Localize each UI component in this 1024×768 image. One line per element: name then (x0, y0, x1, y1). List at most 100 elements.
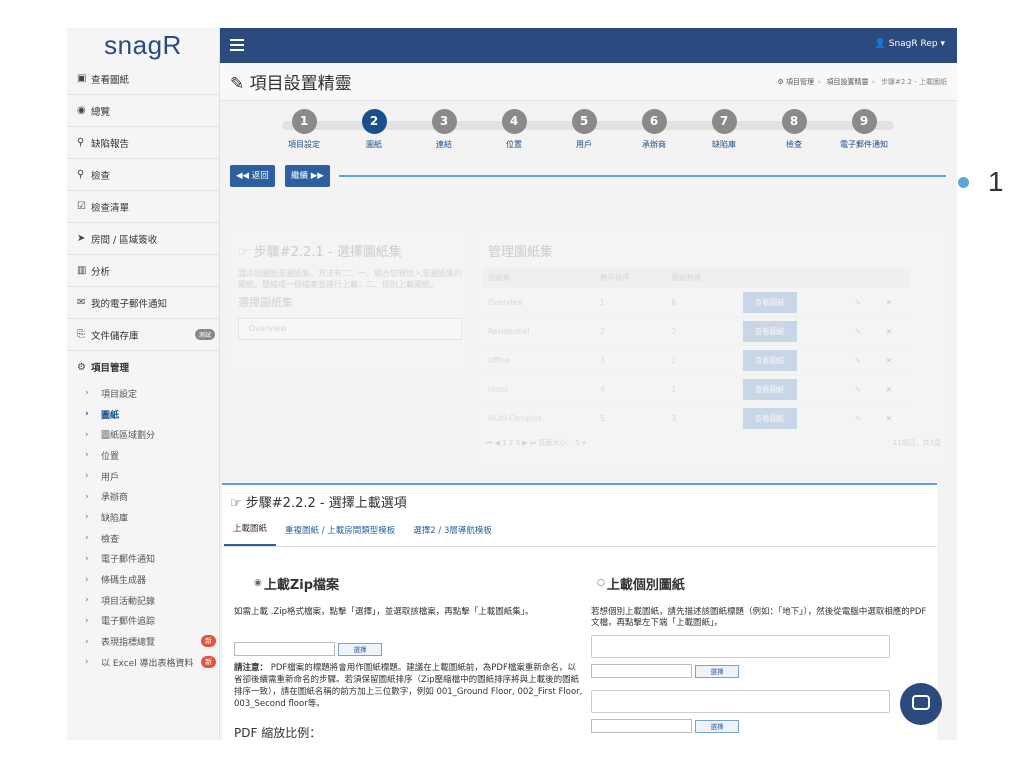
column-header[interactable]: 圖紙集 (482, 268, 594, 288)
chevron-right-icon: › (85, 471, 89, 482)
drawing-set-select[interactable]: Overview (238, 318, 462, 340)
chevron-right-icon: › (85, 450, 89, 461)
column-header[interactable]: 數字排序 (594, 268, 666, 288)
sidebar-section-project-admin[interactable]: ⚙ 項目管理 (67, 351, 219, 383)
sidebar-item[interactable]: ⚲ 檢查 (67, 159, 219, 191)
chat-launcher[interactable] (900, 683, 942, 725)
sidebar-subitem[interactable]: › 條碼生成器 (67, 569, 219, 590)
tab-navigation-template[interactable]: 選擇2 / 3層導航模板 (404, 524, 501, 546)
set-order: 5 (594, 403, 666, 433)
wizard-step[interactable]: 3 連結 (414, 109, 474, 150)
logo[interactable]: snagR (67, 28, 219, 63)
wizard-step-label: 用戶 (576, 140, 592, 149)
wizard-step[interactable]: 8 檢查 (764, 109, 824, 150)
sidebar-subitem[interactable]: › 缺陷庫 (67, 507, 219, 528)
step-2-2-1-title: ☞ 步驟#2.2.1 - 選擇圖紙集 (238, 245, 402, 260)
sidebar-item[interactable]: ➤ 房間 / 區域簽收 (67, 223, 219, 255)
sidebar-item[interactable]: ⚲ 缺陷報告 (67, 127, 219, 159)
zip-file-field[interactable] (234, 642, 335, 656)
edit-icon[interactable]: ✎ (855, 356, 861, 365)
view-drawings-button[interactable]: 查看圖紙 (742, 407, 797, 429)
set-order: 3 (594, 345, 666, 375)
file-field-1[interactable] (591, 664, 692, 678)
send-icon: ➤ (77, 233, 86, 244)
sidebar-subitem[interactable]: › 圖紙 (67, 404, 219, 425)
edit-icon[interactable]: ✎ (855, 385, 861, 394)
sidebar-subitem[interactable]: › 位置 (67, 445, 219, 466)
breadcrumb-item[interactable]: 項目設置精靈 (826, 78, 868, 86)
test-badge: 測試 (194, 329, 215, 340)
delete-icon[interactable]: ✕ (886, 298, 892, 307)
delete-icon[interactable]: ✕ (886, 356, 892, 365)
breadcrumb-item[interactable]: 項目管理 (786, 78, 814, 86)
table-row: Residential 2 2 查看圖紙 ✎ ✕ (482, 316, 911, 346)
wizard-step-label: 項目設定 (288, 140, 320, 149)
wizard-step[interactable]: 2 圖紙 (344, 109, 404, 150)
view-drawings-button[interactable]: 查看圖紙 (742, 349, 797, 371)
file-field-2[interactable] (591, 719, 692, 733)
wizard-step[interactable]: 7 缺陷庫 (694, 109, 754, 150)
tab-upload-drawings[interactable]: 上載圖紙 (224, 522, 277, 546)
zip-upload-heading[interactable]: ◉ 上載Zip檔案 (234, 567, 584, 599)
sidebar-subitem[interactable]: › 用戶 (67, 466, 219, 487)
sidebar-subitem[interactable]: › 以 Excel 導出表格資料新 (67, 652, 219, 673)
radio-selected-icon[interactable]: ◉ (254, 578, 262, 588)
pin-icon: ⚲ (77, 137, 85, 148)
wizard-step[interactable]: 1 項目設定 (274, 109, 334, 150)
column-header[interactable]: 圖紙數量 (665, 268, 737, 288)
sidebar-item[interactable]: ☑ 檢查清單 (67, 191, 219, 223)
choose-file-button-2[interactable]: 選擇 (695, 719, 739, 733)
view-drawings-button[interactable]: 查看圖紙 (742, 291, 797, 313)
edit-icon[interactable]: ✎ (855, 414, 861, 423)
wizard-step[interactable]: 9 電子郵件通知 (834, 109, 894, 150)
user-menu[interactable]: 👤 SnagR Rep ▾ (875, 39, 945, 49)
sidebar-subitem[interactable]: › 表現指標總覽 新 (67, 631, 219, 652)
drawing-title-input-1[interactable] (591, 635, 890, 658)
dashboard-icon: ◉ (77, 105, 86, 116)
sidebar-subitem[interactable]: › 項目活動記錄 (67, 590, 219, 611)
radio-unselected-icon[interactable]: ○ (597, 578, 605, 588)
tab-duplicate-drawings[interactable]: 重複圖紙 / 上載房間類型模板 (276, 524, 404, 546)
single-upload-heading[interactable]: ○ 上載個別圖紙 (591, 567, 931, 599)
sidebar-subitem[interactable]: › 檢查 (67, 528, 219, 549)
drawing-title-input-2[interactable] (591, 690, 890, 713)
sidebar-subitem[interactable]: › 電子郵件追踪 (67, 611, 219, 632)
view-drawings-button[interactable]: 查看圖紙 (742, 378, 797, 400)
wizard-step-number: 3 (431, 109, 457, 134)
continue-button[interactable]: 繼續 ▶▶ (285, 165, 330, 187)
choose-file-button-1[interactable]: 選擇 (695, 664, 739, 678)
sidebar-item[interactable]: ✉ 我的電子郵件通知 (67, 287, 219, 319)
chevron-right-icon: › (85, 491, 89, 502)
sidebar-subitem[interactable]: › 承辦商 (67, 486, 219, 507)
wizard-step[interactable]: 6 承辦商 (624, 109, 684, 150)
choose-zip-button[interactable]: 選擇 (338, 642, 382, 656)
wizard-step[interactable]: 5 用戶 (554, 109, 614, 150)
chevron-right-icon: › (85, 595, 89, 606)
back-button[interactable]: ◀◀ 返回 (230, 165, 275, 187)
sidebar-subitem-label: 承辦商 (101, 493, 129, 504)
chevron-right-icon: › (85, 512, 89, 523)
delete-icon[interactable]: ✕ (886, 385, 892, 394)
delete-icon[interactable]: ✕ (886, 327, 892, 336)
wizard-step-number: 5 (571, 109, 597, 134)
sidebar-subitem[interactable]: › 項目設定 (67, 383, 219, 404)
sidebar-item[interactable]: ⎘ 文件儲存庫 測試 (67, 319, 219, 351)
sidebar-subitem-label: 表現指標總覽 (101, 638, 156, 649)
sidebar-item[interactable]: ▥ 分析 (67, 255, 219, 287)
edit-icon[interactable]: ✎ (855, 327, 861, 336)
edit-icon[interactable]: ✎ (855, 298, 861, 307)
sidebar-subitem[interactable]: › 電子郵件通知 (67, 549, 219, 570)
delete-icon[interactable]: ✕ (886, 414, 892, 423)
pager-controls[interactable]: ⏮ ◀ 1 2 3 ▶ ⏭ 頁面大小： 5 ▾ (486, 438, 586, 448)
chevron-right-icon: › (85, 429, 89, 440)
single-help-text: 若想個別上載圖紙，請先描述該圖紙標題（例如：「地下」），然後從電腦中選取相應的P… (591, 607, 927, 628)
set-order: 1 (594, 287, 666, 317)
menu-icon[interactable] (230, 39, 244, 54)
view-drawings-button[interactable]: 查看圖紙 (742, 320, 797, 342)
sidebar-subitem[interactable]: › 圖紙區域劃分 (67, 424, 219, 445)
wizard-step[interactable]: 4 位置 (484, 109, 544, 150)
sidebar-item[interactable]: ◉ 總覽 (67, 95, 219, 127)
sidebar-item[interactable]: ▣ 查看圖紙 (67, 63, 219, 95)
sidebar-item-label: 分析 (91, 266, 111, 278)
wizard-buttons: ◀◀ 返回 繼續 ▶▶ (220, 161, 957, 191)
